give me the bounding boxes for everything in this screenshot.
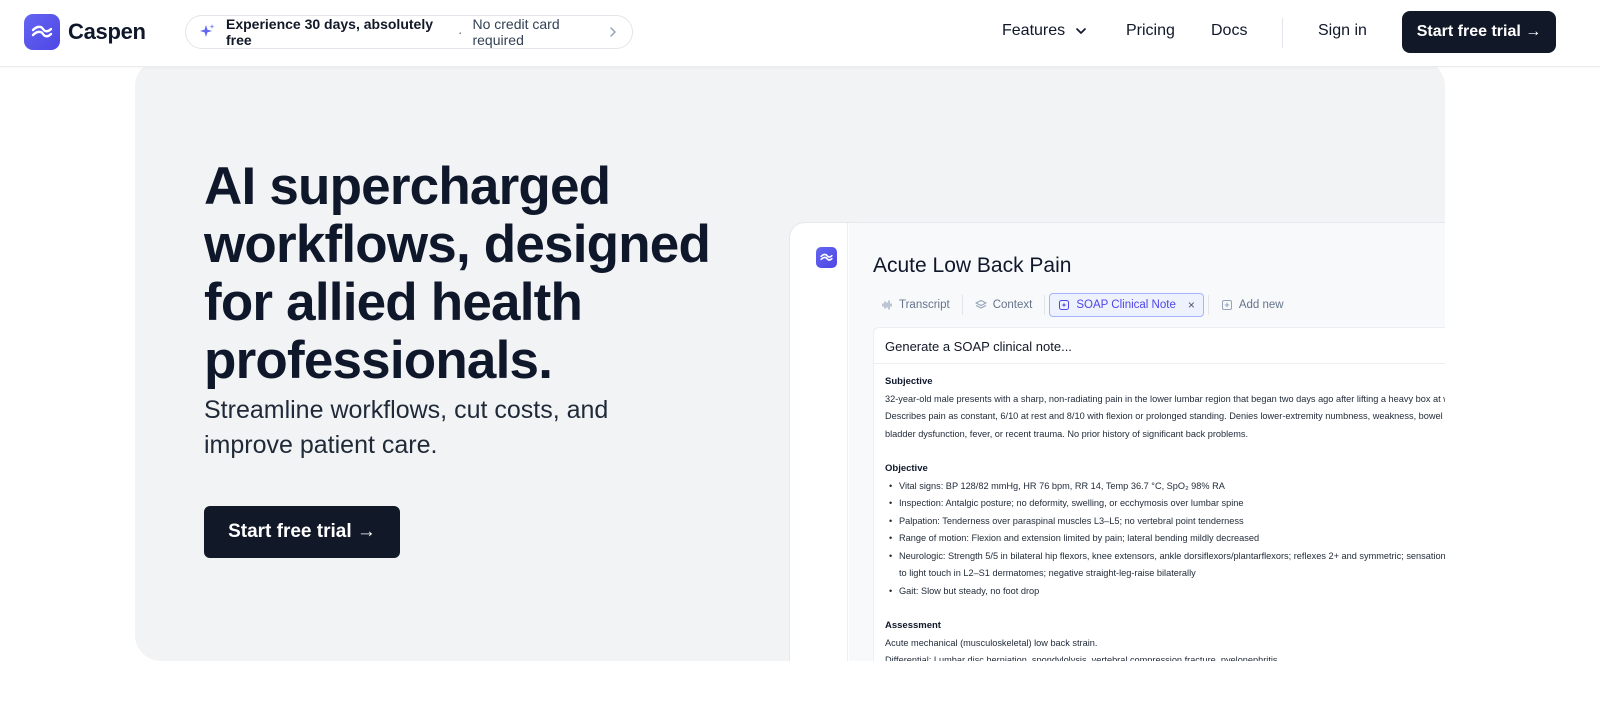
- assessment-text: Acute mechanical (musculoskeletal) low b…: [885, 637, 1098, 648]
- prompt-field[interactable]: Generate a SOAP clinical note...: [874, 328, 1445, 364]
- tab-add-new-label: Add new: [1238, 299, 1284, 311]
- hero-headline: AI supercharged workflows, designed for …: [204, 157, 711, 390]
- brand-name[interactable]: Caspen: [68, 19, 146, 45]
- tab-divider: [1044, 295, 1046, 315]
- wave-icon: [820, 253, 833, 261]
- app-preview: Acute Low Back Pain Transcript Context S…: [789, 222, 1445, 661]
- promo-separator: ·: [457, 24, 463, 40]
- promo-muted-text: No credit card required: [472, 16, 560, 48]
- tab-divider: [1207, 295, 1209, 315]
- caspen-logo-icon[interactable]: [24, 14, 60, 50]
- app-main: Acute Low Back Pain Transcript Context S…: [849, 223, 1445, 661]
- tab-transcript-label: Transcript: [899, 299, 950, 311]
- tab-soap-clinical-note[interactable]: SOAP Clinical Note ×: [1049, 293, 1204, 317]
- note-tabs: Transcript Context SOAP Clinical Note ×: [873, 293, 1292, 317]
- tab-divider: [961, 295, 963, 315]
- close-tab-icon[interactable]: ×: [1188, 298, 1195, 312]
- nav-features-label: Features: [1002, 22, 1066, 39]
- nav-docs[interactable]: Docs: [1211, 22, 1247, 40]
- chevron-right-icon: [606, 25, 620, 39]
- tab-transcript[interactable]: Transcript: [873, 293, 958, 317]
- subjective-heading: Subjective: [885, 376, 933, 387]
- list-item: Neurologic: Strength 5/5 in bilateral hi…: [885, 548, 1445, 583]
- tab-context-label: Context: [992, 299, 1033, 311]
- plus-square-icon: [1221, 299, 1233, 311]
- list-item: Inspection: Antalgic posture; no deformi…: [885, 495, 1445, 513]
- site-header: Caspen Experience 30 days, absolutely fr…: [0, 0, 1600, 67]
- nav-features[interactable]: Features: [1002, 22, 1088, 40]
- objective-heading: Objective: [885, 463, 928, 474]
- promo-pill[interactable]: Experience 30 days, absolutely free · No…: [185, 15, 633, 49]
- hero-section: AI supercharged workflows, designed for …: [135, 60, 1445, 661]
- subjective-text: 32-year-old male presents with a sharp, …: [885, 393, 1445, 439]
- sparkle-note-icon: [1058, 299, 1070, 311]
- hero-start-free-trial-button[interactable]: Start free trial →: [204, 506, 400, 558]
- sparkle-icon: [198, 23, 216, 41]
- list-item: Vital signs: BP 128/82 mmHg, HR 76 bpm, …: [885, 478, 1445, 496]
- soap-note-content: Subjective 32-year-old male presents wit…: [885, 373, 1445, 661]
- list-item: Gait: Slow but steady, no foot drop: [885, 583, 1445, 601]
- tab-add-new[interactable]: Add new: [1213, 293, 1292, 317]
- layers-icon: [975, 299, 987, 311]
- wave-icon: [31, 25, 53, 38]
- start-free-trial-button[interactable]: Start free trial →: [1402, 11, 1556, 53]
- note-title: Acute Low Back Pain: [873, 254, 1072, 277]
- hero-subhead: Streamline workflows, cut costs, and imp…: [204, 396, 609, 459]
- list-item: Palpation: Tenderness over paraspinal mu…: [885, 513, 1445, 531]
- tab-context[interactable]: Context: [967, 293, 1041, 317]
- objective-list: Vital signs: BP 128/82 mmHg, HR 76 bpm, …: [885, 478, 1445, 601]
- tab-soap-label: SOAP Clinical Note: [1076, 299, 1176, 311]
- sign-in-link[interactable]: Sign in: [1318, 22, 1367, 40]
- promo-strong-text: Experience 30 days, absolutely free: [226, 16, 433, 48]
- audio-wave-icon: [881, 299, 893, 311]
- differential-text: Differential: Lumbar disc herniation, sp…: [885, 655, 1281, 661]
- list-item: Range of motion: Flexion and extension l…: [885, 530, 1445, 548]
- app-sidebar: [790, 223, 848, 661]
- assessment-heading: Assessment: [885, 620, 941, 631]
- nav-divider: [1282, 18, 1283, 48]
- note-panel: Generate a SOAP clinical note... Subject…: [873, 327, 1445, 661]
- nav-pricing[interactable]: Pricing: [1126, 22, 1175, 40]
- app-logo-icon[interactable]: [816, 247, 837, 268]
- chevron-down-icon: [1074, 24, 1088, 38]
